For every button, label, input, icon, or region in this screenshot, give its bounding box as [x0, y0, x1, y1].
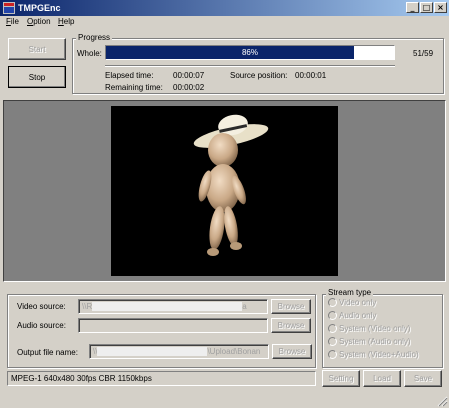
output-file-label: Output file name: — [17, 348, 78, 357]
preview-frame-image — [193, 114, 269, 256]
close-button[interactable]: × — [434, 2, 447, 13]
elapsed-label: Elapsed time: — [105, 71, 154, 80]
radio-video-only[interactable]: Video only — [328, 298, 376, 308]
remaining-label: Remaining time: — [105, 83, 163, 92]
menu-file[interactable]: File — [6, 17, 19, 26]
radio-button[interactable] — [328, 350, 337, 360]
elapsed-value: 00:00:07 — [173, 71, 205, 80]
setting-button[interactable]: Setting — [322, 370, 360, 387]
whole-label: Whole: — [77, 49, 102, 58]
minimize-icon: _ — [410, 3, 415, 12]
title-bar[interactable]: TMPGEnc _ □ × — [0, 0, 449, 16]
close-icon: × — [437, 3, 444, 12]
menu-help[interactable]: Help — [58, 17, 74, 26]
app-icon — [3, 2, 15, 14]
radio-button[interactable] — [328, 324, 337, 334]
progress-group-title: Progress — [76, 33, 113, 42]
menu-bar: File Option Help — [0, 16, 449, 29]
video-source-field[interactable]: \\R a — [78, 299, 268, 314]
output-file-field[interactable]: \\ \Upload\Bonan — [89, 344, 269, 359]
source-position-value: 00:00:01 — [295, 71, 327, 80]
audio-source-field[interactable] — [78, 318, 268, 333]
window-title: TMPGEnc — [18, 3, 61, 13]
radio-button[interactable] — [328, 337, 337, 347]
minimize-button[interactable]: _ — [406, 2, 419, 13]
resize-grip-icon[interactable] — [436, 395, 448, 407]
radio-system-video-audio[interactable]: System (Video+Audio) — [328, 350, 419, 360]
load-button[interactable]: Load — [363, 370, 401, 387]
start-button[interactable]: Start — [8, 38, 66, 60]
stop-button[interactable]: Stop — [8, 66, 66, 88]
video-source-label: Video source: — [17, 302, 66, 311]
audio-source-label: Audio source: — [17, 321, 66, 330]
video-preview — [111, 106, 338, 276]
menu-option[interactable]: Option — [27, 17, 51, 26]
video-browse-button[interactable]: Browse — [271, 299, 311, 314]
audio-browse-button[interactable]: Browse — [271, 318, 311, 333]
remaining-value: 00:00:02 — [173, 83, 205, 92]
progress-divider — [105, 65, 395, 66]
radio-button[interactable] — [328, 298, 337, 308]
stream-type-title: Stream type — [326, 288, 374, 297]
maximize-button[interactable]: □ — [420, 2, 433, 13]
source-position-label: Source position: — [230, 71, 288, 80]
radio-button[interactable] — [328, 311, 337, 321]
output-browse-button[interactable]: Browse — [272, 344, 312, 359]
progress-count: 51/59 — [413, 49, 434, 58]
radio-system-audio-only[interactable]: System (Audio only) — [328, 337, 411, 347]
maximize-icon: □ — [422, 3, 431, 12]
progress-percent: 86% — [241, 48, 258, 57]
encode-settings-status: MPEG-1 640x480 30fps CBR 1150kbps — [7, 371, 316, 386]
radio-system-video-only[interactable]: System (Video only) — [328, 324, 410, 334]
progress-bar: 86% — [105, 45, 395, 60]
save-button[interactable]: Save — [404, 370, 442, 387]
radio-audio-only[interactable]: Audio only — [328, 311, 376, 321]
